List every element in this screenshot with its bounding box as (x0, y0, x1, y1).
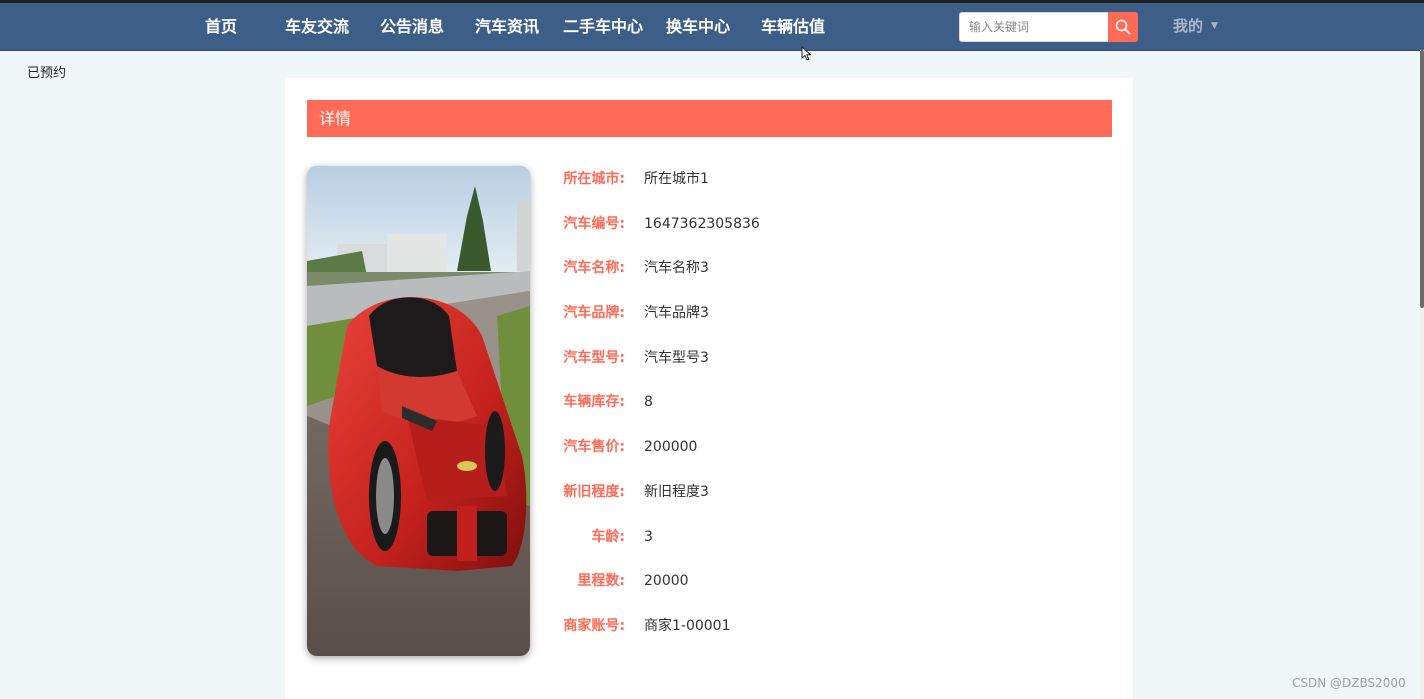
nav-item-used-car-center[interactable]: 二手车中心 (563, 3, 643, 50)
corner-status-text: 已预约 (27, 66, 67, 81)
field-merchant-account-value: 商家1-00001 (644, 618, 731, 634)
field-car-id-value: 1647362305836 (644, 216, 760, 232)
nav-item-vehicle-valuation[interactable]: 车辆估值 (761, 3, 825, 50)
nav-item-home[interactable]: 首页 (205, 3, 237, 50)
search-icon (1115, 19, 1131, 35)
field-car-age-label: 车龄: (591, 529, 625, 545)
field-price-value: 200000 (644, 439, 698, 455)
field-price-label: 汽车售价: (563, 439, 625, 455)
field-stock: 车辆库存: 8 (529, 391, 653, 413)
caret-down-icon: ▼ (1211, 21, 1218, 31)
search-button[interactable] (1108, 12, 1138, 42)
user-menu-label: 我的 (1173, 17, 1204, 35)
field-car-name-label: 汽车名称: (563, 260, 625, 276)
field-car-id: 汽车编号: 1647362305836 (529, 213, 760, 235)
field-city-label: 所在城市: (563, 171, 625, 187)
field-city-value: 所在城市1 (644, 171, 709, 187)
search-box (959, 12, 1109, 42)
field-stock-label: 车辆库存: (563, 394, 625, 410)
user-menu[interactable]: 我的 ▼ (1173, 3, 1218, 50)
field-city: 所在城市: 所在城市1 (529, 168, 709, 190)
field-car-brand: 汽车品牌: 汽车品牌3 (529, 302, 709, 324)
nav-item-car-exchange-center[interactable]: 换车中心 (666, 3, 730, 50)
nav-item-car-forum[interactable]: 车友交流 (285, 3, 349, 50)
field-stock-value: 8 (644, 394, 653, 410)
field-price: 汽车售价: 200000 (529, 436, 697, 458)
nav-item-car-news[interactable]: 汽车资讯 (475, 3, 539, 50)
field-car-id-label: 汽车编号: (563, 216, 625, 232)
field-car-model: 汽车型号: 汽车型号3 (529, 347, 709, 369)
search-input[interactable] (960, 13, 1108, 41)
field-merchant-account: 商家账号: 商家1-00001 (529, 615, 731, 637)
nav-item-announcements[interactable]: 公告消息 (380, 3, 444, 50)
scrollbar-thumb[interactable] (1420, 50, 1424, 308)
field-car-age-value: 3 (644, 529, 653, 545)
watermark-text: CSDN @DZBS2000 (1292, 676, 1406, 690)
field-condition: 新旧程度: 新旧程度3 (529, 481, 709, 503)
detail-panel: 详情 所在城市: 所在城市1 汽车编号: 1647362305836 汽车名称:… (285, 78, 1133, 699)
field-car-age: 车龄: 3 (529, 526, 653, 548)
field-car-name-value: 汽车名称3 (644, 260, 709, 276)
field-car-model-value: 汽车型号3 (644, 350, 709, 366)
car-image (307, 166, 530, 656)
field-mileage-value: 20000 (644, 573, 689, 589)
field-car-brand-label: 汽车品牌: (563, 305, 625, 321)
field-car-brand-value: 汽车品牌3 (644, 305, 709, 321)
field-car-model-label: 汽车型号: (563, 350, 625, 366)
field-car-name: 汽车名称: 汽车名称3 (529, 257, 709, 279)
field-condition-label: 新旧程度: (563, 484, 625, 500)
field-merchant-account-label: 商家账号: (563, 618, 625, 634)
mouse-cursor-icon (801, 46, 812, 61)
field-condition-value: 新旧程度3 (644, 484, 709, 500)
detail-header: 详情 (307, 100, 1112, 137)
field-mileage-label: 里程数: (577, 573, 625, 589)
field-mileage: 里程数: 20000 (529, 570, 689, 592)
